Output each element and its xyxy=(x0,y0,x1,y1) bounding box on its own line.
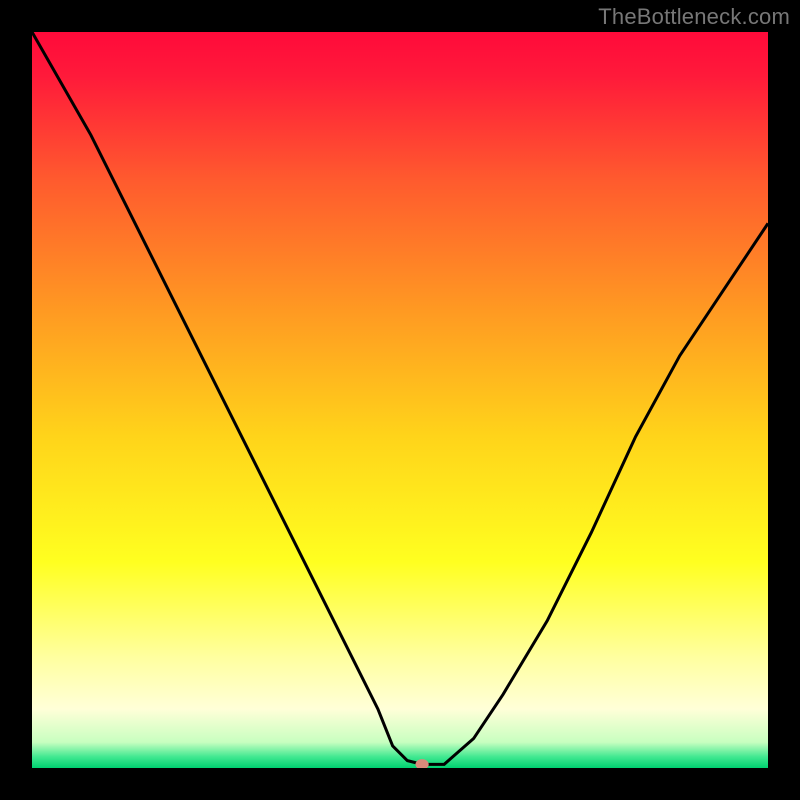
optimal-point-marker xyxy=(415,759,428,768)
chart-frame: TheBottleneck.com xyxy=(0,0,800,800)
bottleneck-curve xyxy=(32,32,768,764)
curve-layer xyxy=(32,32,768,768)
plot-area xyxy=(32,32,768,768)
watermark-text: TheBottleneck.com xyxy=(598,4,790,30)
